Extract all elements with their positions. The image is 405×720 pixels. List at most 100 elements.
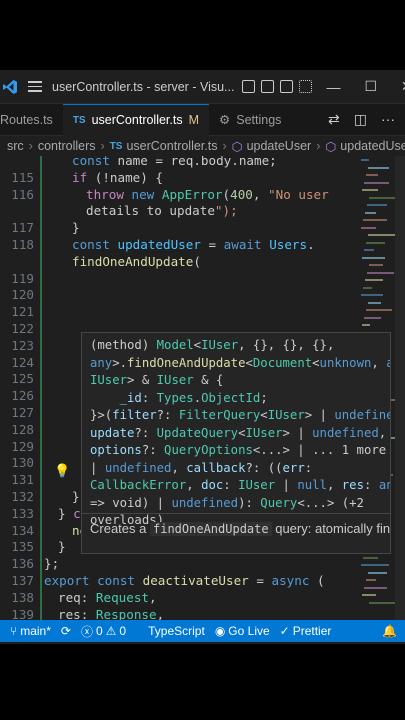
minimap-line bbox=[366, 579, 376, 581]
code-text: res: Response, bbox=[58, 606, 165, 620]
minimap-line bbox=[361, 226, 376, 229]
signature-line: IUser> & IUser & { bbox=[90, 373, 224, 387]
go-live-button[interactable]: ◉ Go Live bbox=[215, 624, 270, 638]
window-title: userController.ts - server - Visu... bbox=[52, 79, 235, 94]
tab-settings[interactable]: ⚙ Settings bbox=[209, 104, 291, 136]
broadcast-icon: ◉ bbox=[214, 624, 226, 638]
minimap-line bbox=[364, 181, 389, 184]
line-number: 118 bbox=[11, 237, 34, 252]
scrollbar[interactable] bbox=[395, 156, 405, 620]
vscode-logo-icon bbox=[2, 70, 18, 104]
line-number: 117 bbox=[11, 220, 34, 236]
minimap-line bbox=[361, 564, 389, 566]
signature-line: any>.findOneAndUpdate<Document<unknown, … bbox=[90, 355, 390, 370]
menu-icon[interactable] bbox=[28, 70, 42, 104]
minimap-line bbox=[361, 159, 369, 161]
compare-changes-icon[interactable]: ⇄ bbox=[328, 111, 340, 128]
line-number: 129 bbox=[11, 438, 34, 454]
chevron-right-icon: › bbox=[316, 139, 321, 153]
code-text: if (!name) { bbox=[72, 169, 163, 185]
ts-file-icon: TS bbox=[109, 140, 123, 152]
vscode-window: userController.ts - server - Visu... — ☐… bbox=[0, 70, 405, 644]
line-number: 131 bbox=[11, 472, 34, 488]
prettier-label: Prettier bbox=[292, 624, 332, 638]
minimap-line bbox=[368, 571, 387, 574]
branch-indicator[interactable]: ⑂ main* bbox=[10, 624, 51, 638]
tab-routes[interactable]: Routes.ts bbox=[0, 104, 63, 136]
warning-count: 0 bbox=[119, 624, 127, 638]
signature-line: => void) | undefined): Query<...> (+2 bbox=[90, 495, 364, 510]
minimap-line bbox=[366, 309, 392, 311]
line-number: 125 bbox=[11, 371, 34, 387]
minimap-line bbox=[367, 204, 387, 206]
minimap-line bbox=[363, 219, 387, 221]
code-editor[interactable]: const name = req.body.name; 115 if (!name)… bbox=[0, 156, 405, 620]
breadcrumb-item[interactable]: updateUser bbox=[247, 139, 312, 153]
problems-indicator[interactable]: ⓧ 0 ⚠ 0 bbox=[81, 623, 126, 640]
lightbulb-icon[interactable]: 💡 bbox=[54, 464, 70, 479]
prettier-button[interactable]: ✓ Prettier bbox=[280, 624, 332, 638]
tab-label: userController.ts bbox=[91, 113, 183, 127]
code-text: } bbox=[58, 539, 66, 555]
line-number: 137 bbox=[11, 573, 34, 588]
method-signature: (method) Model<IUser, {}, {}, {}, any>.fi… bbox=[90, 337, 390, 530]
language-mode[interactable]: TypeScript bbox=[148, 624, 205, 638]
desc-code: findOneAndUpdate bbox=[150, 522, 272, 536]
breadcrumb-item[interactable]: userController.ts bbox=[126, 139, 217, 153]
split-editor-icon[interactable]: ◫ bbox=[354, 111, 367, 128]
code-text: }; bbox=[44, 556, 60, 572]
tab-label: Routes.ts bbox=[0, 112, 53, 127]
status-bar: ⑂ main* ⟳ ⓧ 0 ⚠ 0 TypeScript ◉ Go Live ✓… bbox=[0, 620, 405, 642]
minimap-line bbox=[364, 249, 374, 251]
minimize-button[interactable]: — bbox=[326, 79, 340, 95]
toggle-secondary-sidebar-icon[interactable] bbox=[280, 80, 294, 93]
breadcrumb: src › controllers › TS userController.ts… bbox=[0, 136, 405, 156]
line-number: 119 bbox=[11, 270, 34, 286]
tab-user-controller[interactable]: TS userController.ts M bbox=[62, 103, 210, 136]
minimap-line bbox=[366, 241, 385, 244]
minimap-line bbox=[369, 601, 396, 604]
toggle-panel-icon[interactable] bbox=[261, 80, 275, 93]
maximize-button[interactable]: ☐ bbox=[364, 78, 377, 95]
go-live-label: Go Live bbox=[228, 624, 270, 638]
line-number: 128 bbox=[11, 421, 34, 437]
gear-icon: ⚙ bbox=[219, 113, 231, 127]
code-text: export const deactivateUser = async ( bbox=[44, 573, 325, 588]
error-icon: ⓧ bbox=[80, 624, 93, 639]
breadcrumb-item[interactable]: updatedUser bbox=[340, 139, 405, 153]
minimap-line bbox=[369, 196, 398, 199]
minimap-line bbox=[361, 294, 383, 296]
notifications-icon[interactable]: 🔔 bbox=[382, 624, 397, 638]
line-number: 136 bbox=[11, 556, 34, 572]
minimap-line bbox=[363, 556, 378, 559]
line-number: 127 bbox=[11, 405, 34, 420]
breadcrumb-item[interactable]: controllers bbox=[38, 139, 96, 153]
code-text: findOneAndUpdate( bbox=[72, 253, 201, 269]
customize-layout-icon[interactable] bbox=[299, 80, 313, 93]
breadcrumb-item[interactable]: src bbox=[7, 139, 24, 153]
error-count: 0 bbox=[95, 624, 103, 638]
line-number: 121 bbox=[11, 304, 34, 320]
more-actions-icon[interactable]: ··· bbox=[381, 111, 395, 128]
signature-line: (method) Model<IUser, {}, {}, {}, bbox=[90, 338, 335, 352]
minimap-line bbox=[363, 286, 372, 289]
minimap-line bbox=[366, 174, 378, 176]
signature-line: update?: UpdateQuery<IUser> | undefined, bbox=[90, 425, 387, 440]
code-text: req: Request, bbox=[58, 589, 157, 605]
warning-icon: ⚠ bbox=[105, 624, 117, 638]
ts-file-icon: TS bbox=[72, 114, 86, 126]
line-number: 135 bbox=[11, 539, 34, 555]
sync-icon[interactable]: ⟳ bbox=[61, 624, 71, 638]
code-text: } bbox=[72, 220, 80, 236]
hover-tooltip: (method) Model<IUser, {}, {}, {}, any>.fi… bbox=[81, 332, 391, 554]
minimap-line bbox=[362, 594, 376, 596]
branch-name: main* bbox=[20, 624, 51, 638]
check-icon: ✓ bbox=[279, 624, 290, 638]
line-number: 123 bbox=[11, 337, 34, 353]
minimap-line bbox=[362, 324, 370, 326]
minimap-line bbox=[368, 166, 389, 169]
minimap-line bbox=[365, 211, 376, 214]
close-button[interactable]: ✕ bbox=[401, 78, 405, 95]
title-bar: userController.ts - server - Visu... — ☐… bbox=[0, 70, 405, 104]
toggle-primary-sidebar-icon[interactable] bbox=[242, 80, 256, 93]
